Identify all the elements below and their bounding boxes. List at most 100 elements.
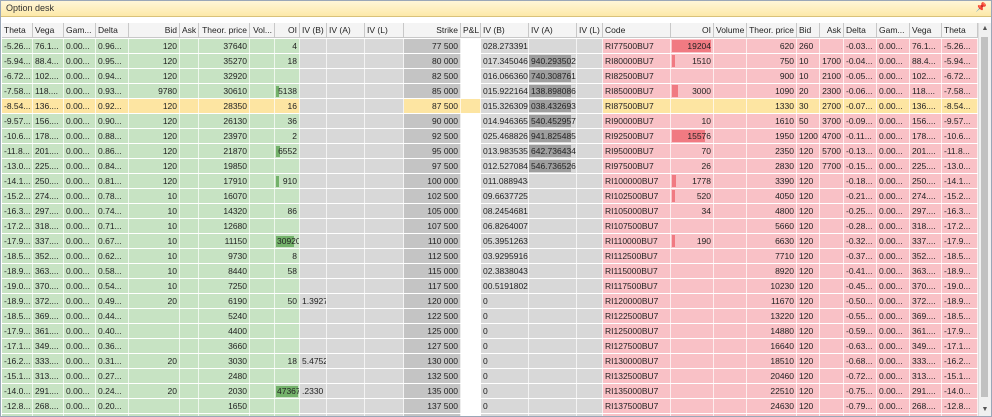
column-header-right-oi[interactable]: OI xyxy=(671,23,714,38)
pin-icon[interactable]: 📌 xyxy=(976,2,987,13)
table-row[interactable]: -11.8... 201.... 0.00... 0.86... 120 21870 655… xyxy=(2,144,978,159)
column-header-left-vol[interactable]: Vol... xyxy=(250,23,275,38)
call-ivb-cell: .2330 xyxy=(300,384,327,398)
column-header-middle-iva[interactable]: IV (A) xyxy=(529,23,577,38)
put-bid-value: 120 xyxy=(799,386,814,396)
column-header-right-bid[interactable]: Bid xyxy=(797,23,820,38)
table-row[interactable]: -5.94... 88.4... 0.00... 0.95... 120 35270 18 8… xyxy=(2,54,978,69)
put-theta-value: -9.57... xyxy=(944,116,971,126)
table-row[interactable]: -8.57...111....0.00...0.08...34067051038… xyxy=(2,414,978,416)
table-row[interactable]: -18.5... 352.... 0.00... 0.62... 10 9730 8 112 … xyxy=(2,249,978,264)
column-header-left-ivb[interactable]: IV (B) xyxy=(300,23,327,38)
table-row[interactable]: -10.6... 178.... 0.00... 0.88... 120 23970 2 92… xyxy=(2,129,978,144)
table-row[interactable]: -18.5... 369.... 0.00... 0.44... 5240 122 500… xyxy=(2,309,978,324)
scroll-up-icon[interactable]: ▲ xyxy=(979,23,991,35)
column-header-left-theor[interactable]: Theor. price xyxy=(199,23,250,38)
put-gam-cell: 0.00... xyxy=(877,414,910,416)
column-header-right-delta[interactable]: Delta xyxy=(844,23,877,38)
put-theta-cell: -18.9... xyxy=(942,294,978,308)
column-header-left-iva[interactable]: IV (A) xyxy=(327,23,365,38)
put-ask-cell xyxy=(820,249,844,263)
table-row[interactable]: -17.9... 337.... 0.00... 0.67... 10 11150 3092… xyxy=(2,234,978,249)
call-gam-value: 0.00... xyxy=(66,206,90,216)
call-vol-cell xyxy=(250,264,275,278)
put-theor-cell: 3390 xyxy=(747,174,797,188)
table-row[interactable]: -19.0... 370.... 0.00... 0.54... 10 7250 117 5… xyxy=(2,279,978,294)
scroll-thumb[interactable] xyxy=(981,37,988,397)
put-vega-value: 333.... xyxy=(912,356,936,366)
column-header-middle-pl[interactable]: P&L xyxy=(461,23,481,38)
option-grid: Theta Vega Gam... Delta Bid Ask Theor. price Vo… xyxy=(2,23,978,416)
call-gam-value: 0.00... xyxy=(66,116,90,126)
table-row[interactable]: -17.1... 349.... 0.00... 0.36... 3660 127 500… xyxy=(2,339,978,354)
table-row[interactable]: -8.54... 136.... 0.00... 0.92... 120 28350 16 8… xyxy=(2,99,978,114)
table-row[interactable]: -17.2... 318.... 0.00... 0.71... 10 12680 107 … xyxy=(2,219,978,234)
column-header-right-vol[interactable]: Volume xyxy=(714,23,747,38)
call-oi-cell: 6552 xyxy=(275,144,300,158)
column-header-right-code[interactable]: Code xyxy=(603,23,671,38)
table-row[interactable]: -5.26... 76.1... 0.00... 0.96... 120 37640 4 77… xyxy=(2,39,978,54)
table-row[interactable]: -12.8... 268.... 0.00... 0.20... 1650 137 500… xyxy=(2,399,978,414)
strike-pl-cell xyxy=(461,294,481,308)
put-gam-value: 0.00... xyxy=(879,131,903,141)
column-header-left-ask[interactable]: Ask xyxy=(180,23,199,38)
put-delta-value: -0.07... xyxy=(846,101,873,111)
call-theor-value: 12680 xyxy=(223,221,247,231)
table-row[interactable]: -16.2... 333.... 0.00... 0.31... 20 3030 18 5.4… xyxy=(2,354,978,369)
table-row[interactable]: -15.1... 313.... 0.00... 0.27... 2480 132 500… xyxy=(2,369,978,384)
put-oi-cell xyxy=(671,369,714,383)
strike-ivl-cell xyxy=(577,204,603,218)
strike-pl-cell xyxy=(461,324,481,338)
column-header-right-gam[interactable]: Gam... xyxy=(877,23,910,38)
put-bid-cell: 120 xyxy=(797,384,820,398)
table-row[interactable]: -16.3... 297.... 0.00... 0.74... 10 14320 86 10… xyxy=(2,204,978,219)
column-header-left-vega[interactable]: Vega xyxy=(33,23,64,38)
table-row[interactable]: -13.0... 225.... 0.00... 0.84... 120 19850 97 … xyxy=(2,159,978,174)
column-header-left-oi[interactable]: OI xyxy=(275,23,300,38)
column-header-left-gam[interactable]: Gam... xyxy=(64,23,96,38)
put-gam-cell: 0.00... xyxy=(877,369,910,383)
put-vol-cell xyxy=(714,204,747,218)
strike-pl-cell xyxy=(461,234,481,248)
column-header-middle-ivl[interactable]: IV (L) xyxy=(577,23,603,38)
column-header-right-theor[interactable]: Theor. price xyxy=(747,23,797,38)
table-row[interactable]: -15.2... 274.... 0.00... 0.78... 10 16070 102 … xyxy=(2,189,978,204)
column-header-right-theta[interactable]: Theta xyxy=(942,23,978,38)
table-row[interactable]: -14.0... 291.... 0.00... 0.24... 20 2030 47367… xyxy=(2,384,978,399)
column-header-left-delta[interactable]: Delta xyxy=(96,23,129,38)
call-oi-value: 58 xyxy=(287,266,297,276)
put-gam-cell: 0.00... xyxy=(877,84,910,98)
column-header-right-ask[interactable]: Ask xyxy=(820,23,844,38)
column-header-left-theta[interactable]: Theta xyxy=(2,23,33,38)
put-code-cell: RI120000BU7 xyxy=(603,294,671,308)
put-vega-value: 156.... xyxy=(912,116,936,126)
put-delta-cell: -0.72... xyxy=(844,369,877,383)
table-row[interactable]: -17.9... 361.... 0.00... 0.40... 4400 125 000… xyxy=(2,324,978,339)
vertical-scrollbar[interactable]: ▲ ▼ xyxy=(978,23,991,416)
call-ivb-cell: 5.4752 xyxy=(300,354,327,368)
table-row[interactable]: -7.58... 118.... 0.00... 0.93... 9780 30610 51… xyxy=(2,84,978,99)
strike-iva-cell xyxy=(529,354,577,368)
put-theor-cell: 620 xyxy=(747,39,797,53)
table-row[interactable]: -18.9... 363.... 0.00... 0.58... 10 8440 58 115… xyxy=(2,264,978,279)
put-ask-cell: 3700 xyxy=(820,114,844,128)
column-header-left-ivl[interactable]: IV (L) xyxy=(365,23,404,38)
column-header-middle-ivb[interactable]: IV (B) xyxy=(481,23,529,38)
column-header-left-bid[interactable]: Bid xyxy=(129,23,180,38)
table-row[interactable]: -18.9... 372.... 0.00... 0.49... 20 6190 50 1.3… xyxy=(2,294,978,309)
put-delta-value: -0.03... xyxy=(846,41,873,51)
table-row[interactable]: -6.72... 102.... 0.00... 0.94... 120 32920 82 … xyxy=(2,69,978,84)
table-row[interactable]: -14.1... 250.... 0.00... 0.81... 120 17910 910… xyxy=(2,174,978,189)
column-header-right-vega[interactable]: Vega xyxy=(910,23,942,38)
put-bid-value: 30 xyxy=(799,101,809,111)
put-oi-cell xyxy=(671,219,714,233)
strike-iva-cell xyxy=(529,219,577,233)
column-header-middle-strike[interactable]: Strike xyxy=(404,23,461,38)
call-ivb-cell xyxy=(300,99,327,113)
scroll-down-icon[interactable]: ▼ xyxy=(979,404,991,416)
strike-ivb-value: 0 xyxy=(483,356,488,366)
table-row[interactable]: -9.57... 156.... 0.00... 0.90... 120 26130 36 9… xyxy=(2,114,978,129)
put-vol-cell xyxy=(714,354,747,368)
call-ask-cell xyxy=(180,294,199,308)
call-gam-cell: 0.00... xyxy=(64,234,96,248)
